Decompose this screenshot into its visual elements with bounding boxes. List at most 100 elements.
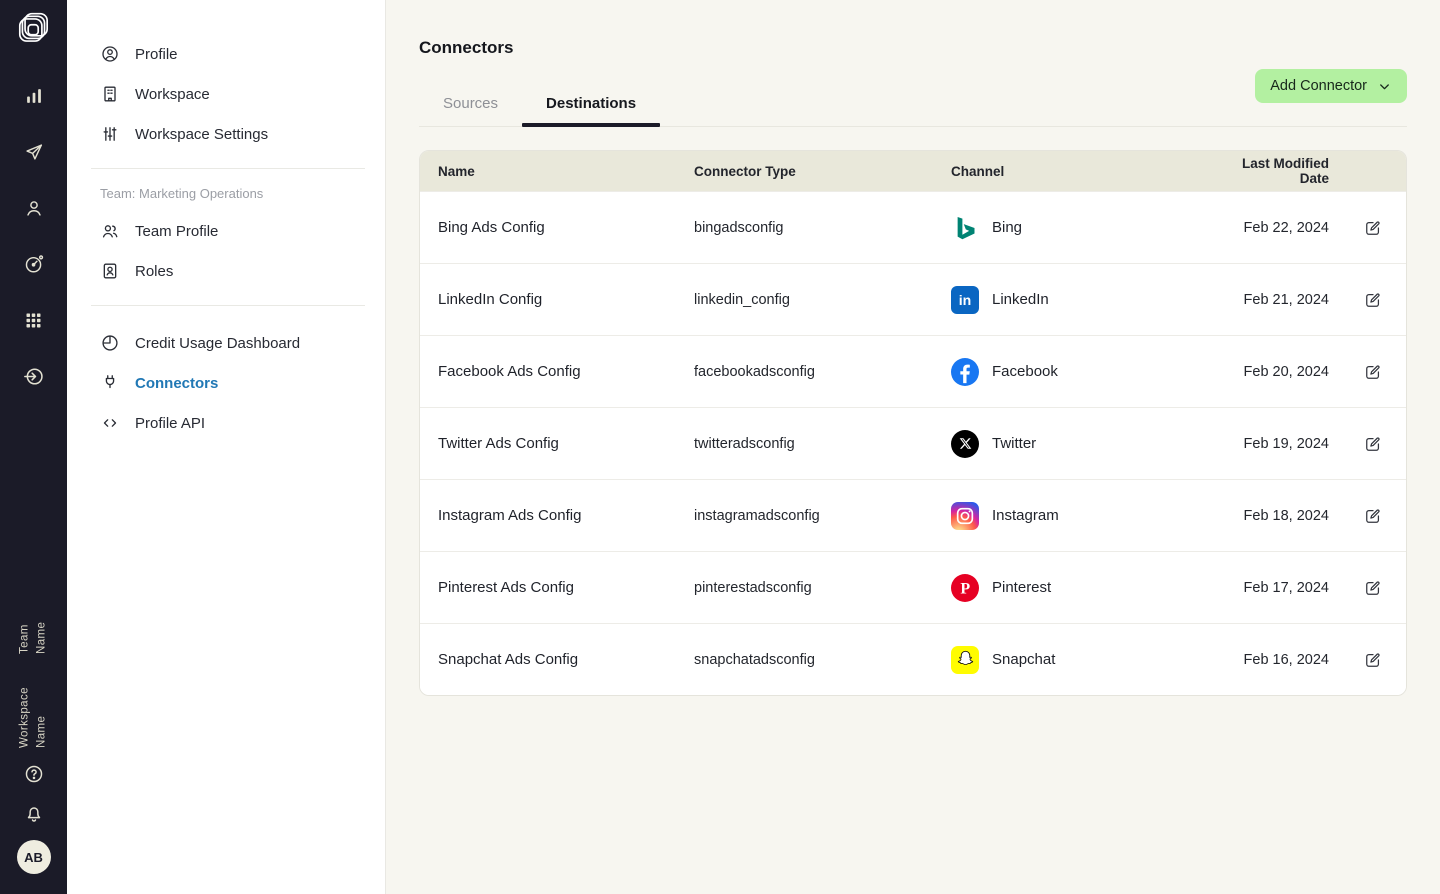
table-header-row: Name Connector Type Channel Last Modifie… [420, 151, 1406, 191]
workspace-name-label: Workspace Name [16, 657, 51, 748]
row-connector-type-cell: twitteradsconfig [694, 436, 951, 452]
row-name-cell: Facebook Ads Config [438, 363, 694, 380]
edit-icon[interactable] [1362, 433, 1384, 455]
sidebar: Profile Workspace Workspace Settings Tea… [67, 0, 386, 894]
connectors-table: Name Connector Type Channel Last Modifie… [419, 150, 1407, 696]
sidebar-item-label: Connectors [135, 375, 218, 392]
edit-icon[interactable] [1362, 505, 1384, 527]
row-channel-label: Pinterest [992, 579, 1051, 596]
row-name-cell: LinkedIn Config [438, 291, 694, 308]
row-name-cell: Instagram Ads Config [438, 507, 694, 524]
row-channel-cell: Bing [951, 214, 1219, 242]
column-header-name: Name [438, 164, 694, 179]
team-name-label: Team Name [16, 592, 51, 654]
row-channel-label: Instagram [992, 507, 1059, 524]
sidebar-item-profile-api[interactable]: Profile API [67, 403, 385, 443]
row-connector-type-cell: bingadsconfig [694, 220, 951, 236]
row-channel-cell: Instagram [951, 502, 1219, 530]
chevron-down-icon [1377, 79, 1392, 94]
pinterest-icon: P [951, 574, 979, 602]
workspace-team-vertical-label: Workspace Name Team Name [0, 592, 67, 748]
column-header-connector-type: Connector Type [694, 164, 951, 179]
sidebar-item-credit-usage-dashboard[interactable]: Credit Usage Dashboard [67, 323, 385, 363]
table-row: Bing Ads Config bingadsconfig Bing Feb 2… [420, 191, 1406, 263]
pie-chart-icon [100, 333, 120, 353]
bar-chart-icon[interactable] [22, 84, 46, 108]
sidebar-item-profile[interactable]: Profile [67, 34, 385, 74]
row-channel-label: Snapchat [992, 651, 1055, 668]
table-row: LinkedIn Config linkedin_config in Linke… [420, 263, 1406, 335]
table-row: Snapchat Ads Config snapchatadsconfig Sn… [420, 623, 1406, 695]
sign-in-icon[interactable] [22, 364, 46, 388]
row-channel-cell: Snapchat [951, 646, 1219, 674]
table-row: Twitter Ads Config twitteradsconfig Twit… [420, 407, 1406, 479]
add-connector-button[interactable]: Add Connector [1255, 69, 1407, 103]
row-connector-type-cell: linkedin_config [694, 292, 951, 308]
edit-icon[interactable] [1362, 289, 1384, 311]
sidebar-item-label: Roles [135, 263, 173, 280]
tab-sources[interactable]: Sources [419, 84, 522, 126]
column-header-channel: Channel [951, 164, 1219, 179]
row-connector-type-cell: pinterestadsconfig [694, 580, 951, 596]
column-header-last-modified-date: Last Modified Date [1219, 156, 1329, 186]
send-icon[interactable] [22, 140, 46, 164]
row-channel-label: Facebook [992, 363, 1058, 380]
row-channel-cell: in LinkedIn [951, 286, 1219, 314]
sidebar-item-connectors[interactable]: Connectors [67, 363, 385, 403]
sidebar-item-label: Profile API [135, 415, 205, 432]
user-icon[interactable] [22, 196, 46, 220]
sidebar-item-label: Profile [135, 46, 178, 63]
row-last-modified-cell: Feb 22, 2024 [1219, 220, 1329, 236]
sidebar-divider [91, 168, 365, 169]
avatar[interactable]: AB [17, 840, 51, 874]
building-icon [100, 84, 120, 104]
facebook-icon [951, 358, 979, 386]
id-badge-icon [100, 261, 120, 281]
sidebar-item-label: Team Profile [135, 223, 218, 240]
row-channel-label: Bing [992, 219, 1022, 236]
gauge-icon[interactable] [22, 252, 46, 276]
row-name-cell: Snapchat Ads Config [438, 651, 694, 668]
help-icon[interactable] [22, 762, 46, 786]
bell-icon[interactable] [22, 801, 46, 825]
row-channel-cell: P Pinterest [951, 574, 1219, 602]
row-connector-type-cell: instagramadsconfig [694, 508, 951, 524]
row-channel-cell: Facebook [951, 358, 1219, 386]
sidebar-item-label: Workspace Settings [135, 126, 268, 143]
page-title: Connectors [419, 38, 1407, 57]
table-row: Pinterest Ads Config pinterestadsconfig … [420, 551, 1406, 623]
instagram-icon [951, 502, 979, 530]
sidebar-item-workspace[interactable]: Workspace [67, 74, 385, 114]
edit-icon[interactable] [1362, 649, 1384, 671]
row-last-modified-cell: Feb 19, 2024 [1219, 436, 1329, 452]
grid-icon[interactable] [22, 308, 46, 332]
edit-icon[interactable] [1362, 361, 1384, 383]
users-icon [100, 221, 120, 241]
row-name-cell: Twitter Ads Config [438, 435, 694, 452]
rail-nav [0, 84, 67, 388]
row-last-modified-cell: Feb 21, 2024 [1219, 292, 1329, 308]
code-icon [100, 413, 120, 433]
svg-text:P: P [960, 580, 970, 597]
row-last-modified-cell: Feb 16, 2024 [1219, 652, 1329, 668]
row-channel-label: LinkedIn [992, 291, 1049, 308]
row-connector-type-cell: facebookadsconfig [694, 364, 951, 380]
twitter-icon [951, 430, 979, 458]
tab-destinations[interactable]: Destinations [522, 84, 660, 126]
edit-icon[interactable] [1362, 577, 1384, 599]
sliders-icon [100, 124, 120, 144]
row-last-modified-cell: Feb 17, 2024 [1219, 580, 1329, 596]
brand-logo[interactable] [14, 11, 54, 54]
main-content: Connectors Add Connector SourcesDestinat… [386, 38, 1440, 696]
snapchat-icon [951, 646, 979, 674]
add-connector-label: Add Connector [1270, 78, 1367, 94]
row-last-modified-cell: Feb 20, 2024 [1219, 364, 1329, 380]
sidebar-item-label: Credit Usage Dashboard [135, 335, 300, 352]
plug-icon [100, 373, 120, 393]
edit-icon[interactable] [1362, 217, 1384, 239]
sidebar-item-team-profile[interactable]: Team Profile [67, 211, 385, 251]
row-name-cell: Pinterest Ads Config [438, 579, 694, 596]
row-last-modified-cell: Feb 18, 2024 [1219, 508, 1329, 524]
sidebar-item-workspace-settings[interactable]: Workspace Settings [67, 114, 385, 154]
sidebar-item-roles[interactable]: Roles [67, 251, 385, 291]
